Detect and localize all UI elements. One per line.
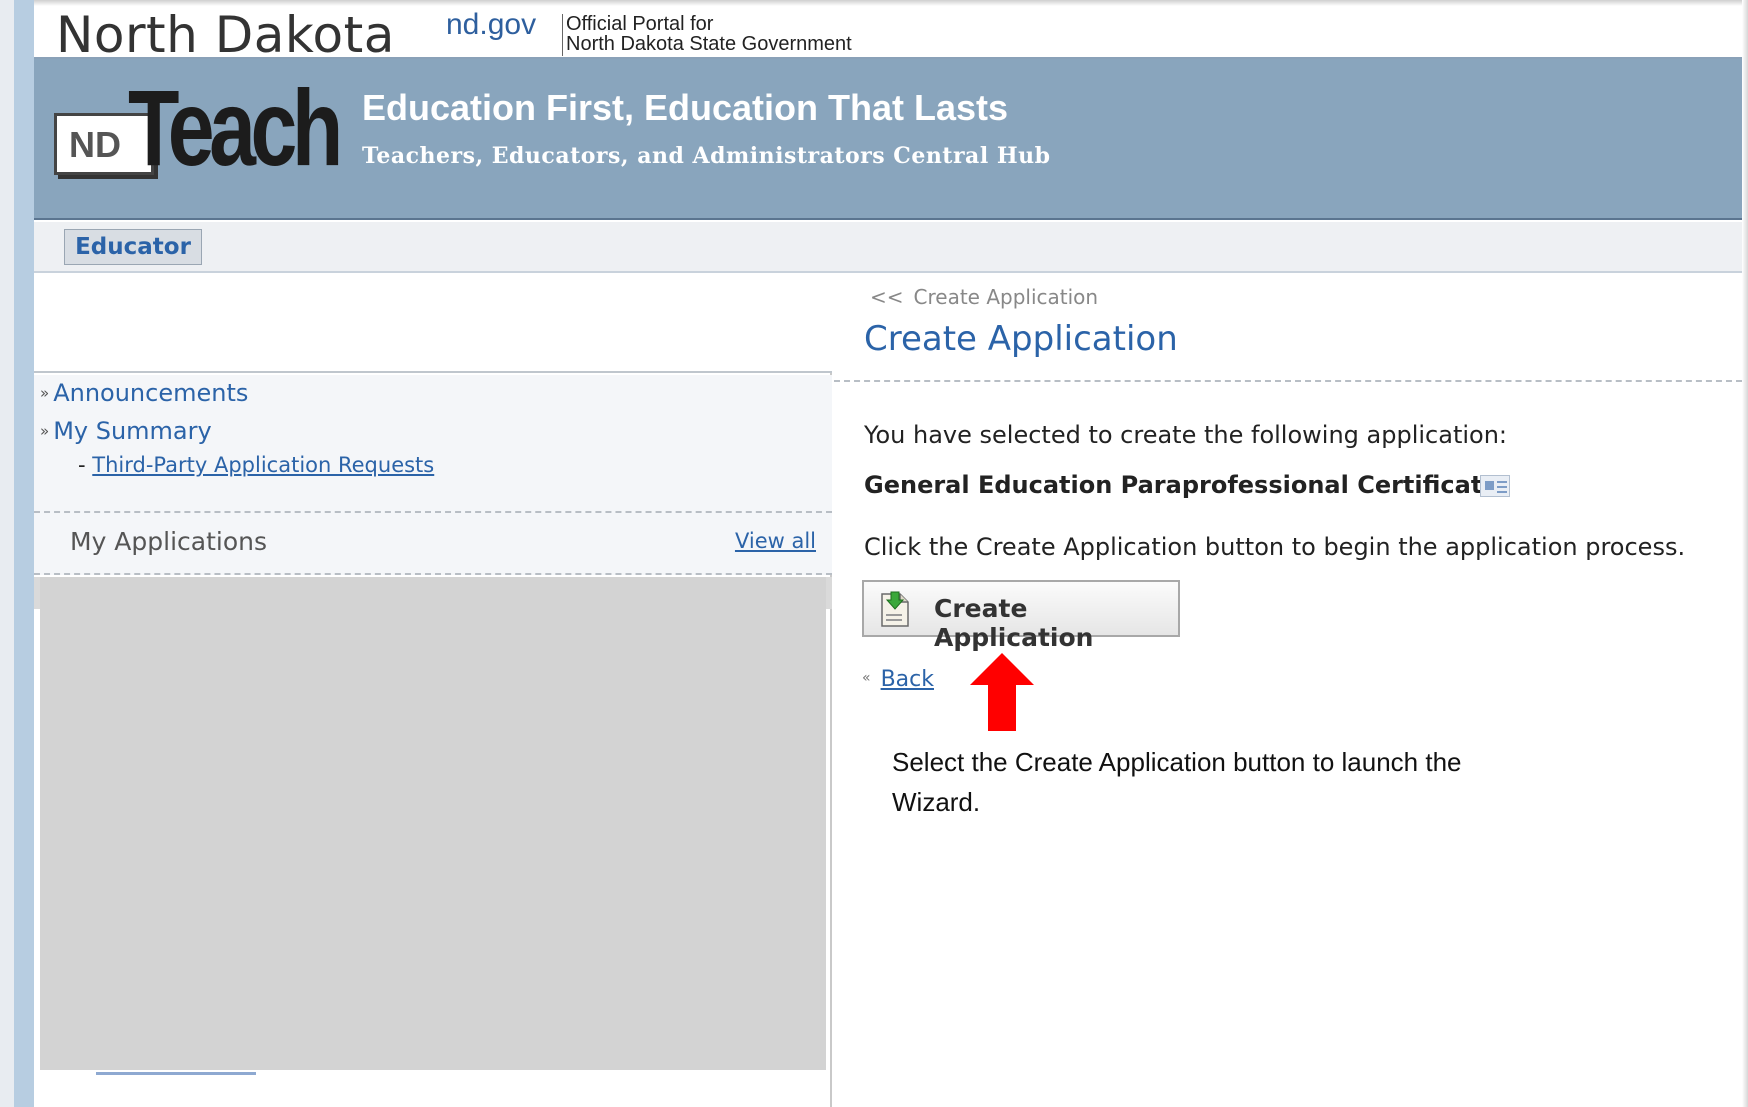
my-applications-header: My Applications View all (34, 511, 832, 575)
nd-gov-link[interactable]: nd.gov (446, 8, 536, 42)
tab-educator[interactable]: Educator (64, 229, 202, 265)
sidebar-subitem-third-party: - Third-Party Application Requests (78, 453, 434, 477)
state-name[interactable]: North Dakota (56, 6, 395, 64)
site-banner: ND Teach Education First, Education That… (34, 59, 1742, 220)
portal-line-2: North Dakota State Government (566, 33, 852, 55)
title-divider (834, 380, 1742, 382)
document-add-icon (881, 591, 909, 627)
window-left-accent-bar (14, 0, 34, 1107)
window-right-shadow (1742, 0, 1748, 1107)
main-content: << Create Application Create Application … (834, 275, 1742, 1107)
sidebar-item-my-summary[interactable]: » My Summary (40, 417, 212, 445)
subitem-dash: - (78, 453, 86, 477)
back-link[interactable]: Back (881, 667, 934, 692)
breadcrumb[interactable]: << Create Application (870, 285, 1098, 309)
redacted-applications-area (40, 577, 826, 1070)
sidebar-item-label: My Summary (53, 417, 212, 445)
back-chevron-icon: << (870, 285, 904, 309)
card-line (1497, 486, 1507, 488)
third-party-requests-link[interactable]: Third-Party Application Requests (92, 453, 434, 477)
logo-teach-text: Teach (128, 67, 343, 188)
sidebar-item-label: Announcements (53, 379, 249, 407)
portal-divider (562, 14, 563, 56)
create-application-label: Create Application (934, 594, 1094, 652)
ndteach-logo[interactable]: ND Teach (54, 67, 343, 189)
banner-title: Education First, Education That Lasts (362, 87, 1009, 128)
card-line (1497, 481, 1507, 483)
my-applications-title: My Applications (70, 527, 268, 556)
create-application-button[interactable]: Create Application (862, 580, 1180, 652)
banner-subtitle: Teachers, Educators, and Administrators … (362, 143, 1051, 169)
sidebar-nav: » Announcements » My Summary - Third-Party… (34, 375, 832, 513)
role-tab-bar: Educator (34, 222, 1742, 273)
double-chevron-right-icon: » (40, 384, 50, 402)
certificate-name: General Education Paraprofessional Certi… (864, 471, 1499, 499)
back-link-row: « Back (862, 667, 934, 692)
red-arrow-up-icon (970, 653, 1034, 731)
logo-nd-text: ND (69, 124, 121, 165)
state-portal-bar: North Dakota nd.gov Official Portal for … (34, 6, 1742, 64)
view-all-link[interactable]: View all (735, 529, 816, 553)
breadcrumb-label: Create Application (913, 285, 1099, 309)
partially-hidden-link[interactable] (96, 1072, 256, 1075)
window-left-frame (0, 0, 14, 1107)
selected-application-message: You have selected to create the followin… (864, 421, 1507, 449)
sidebar-item-announcements[interactable]: » Announcements (40, 379, 248, 407)
card-line (1497, 491, 1507, 493)
portal-description: Official Portal for North Dakota State G… (566, 14, 852, 54)
instruction-message: Click the Create Application button to b… (864, 533, 1686, 561)
card-picture (1485, 481, 1494, 490)
double-chevron-right-icon: » (40, 422, 50, 440)
annotation-callout: Select the Create Application button to … (892, 747, 1462, 817)
certificate-card-icon[interactable] (1480, 475, 1510, 497)
portal-line-1: Official Portal for (566, 13, 714, 35)
sidebar-header-blank (34, 275, 832, 373)
page-title: Create Application (864, 319, 1178, 359)
double-chevron-left-icon: « (862, 670, 871, 686)
sidebar: » Announcements » My Summary - Third-Party… (34, 275, 832, 1107)
